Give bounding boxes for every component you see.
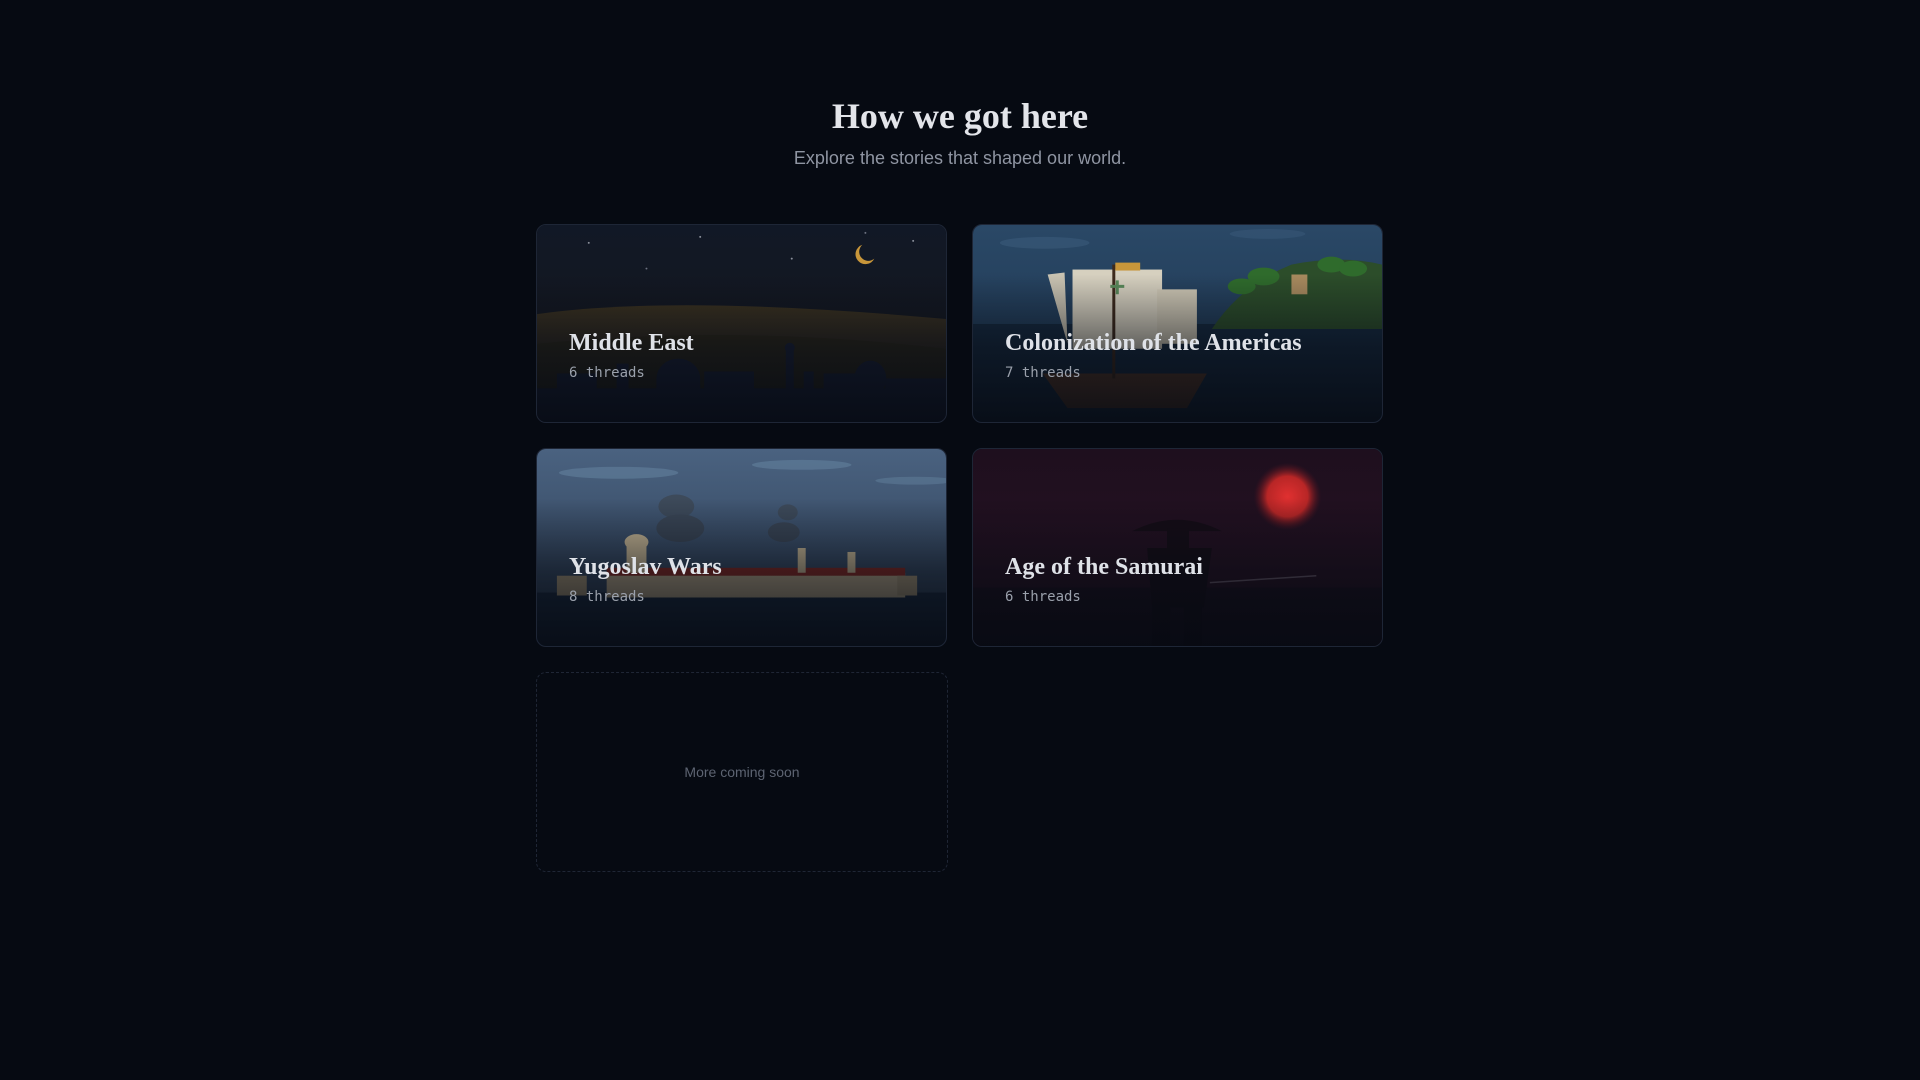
card-title: Middle East (569, 330, 694, 356)
topic-card-middle-east[interactable]: Middle East 6 threads (536, 224, 947, 423)
thread-count: 6 threads (569, 365, 645, 381)
topic-card-age-of-samurai[interactable]: Age of the Samurai 6 threads (972, 448, 1383, 647)
thread-count: 7 threads (1005, 365, 1081, 381)
card-title: Yugoslav Wars (569, 554, 722, 580)
page-subtitle: Explore the stories that shaped our worl… (793, 148, 1127, 168)
thread-count: 6 threads (1005, 589, 1081, 605)
page-header: How we got here Explore the stories that… (0, 95, 1920, 170)
thread-count: 8 threads (569, 589, 645, 605)
card-title: Colonization of the Americas (1005, 330, 1302, 356)
card-title: Age of the Samurai (1005, 554, 1203, 580)
page-title: How we got here (831, 96, 1089, 136)
coming-soon-label: More coming soon (684, 764, 800, 780)
coming-soon-placeholder: More coming soon (536, 672, 948, 872)
topic-card-yugoslav-wars[interactable]: Yugoslav Wars 8 threads (536, 448, 947, 647)
topic-card-colonization-americas[interactable]: Colonization of the Americas 7 threads (972, 224, 1383, 423)
